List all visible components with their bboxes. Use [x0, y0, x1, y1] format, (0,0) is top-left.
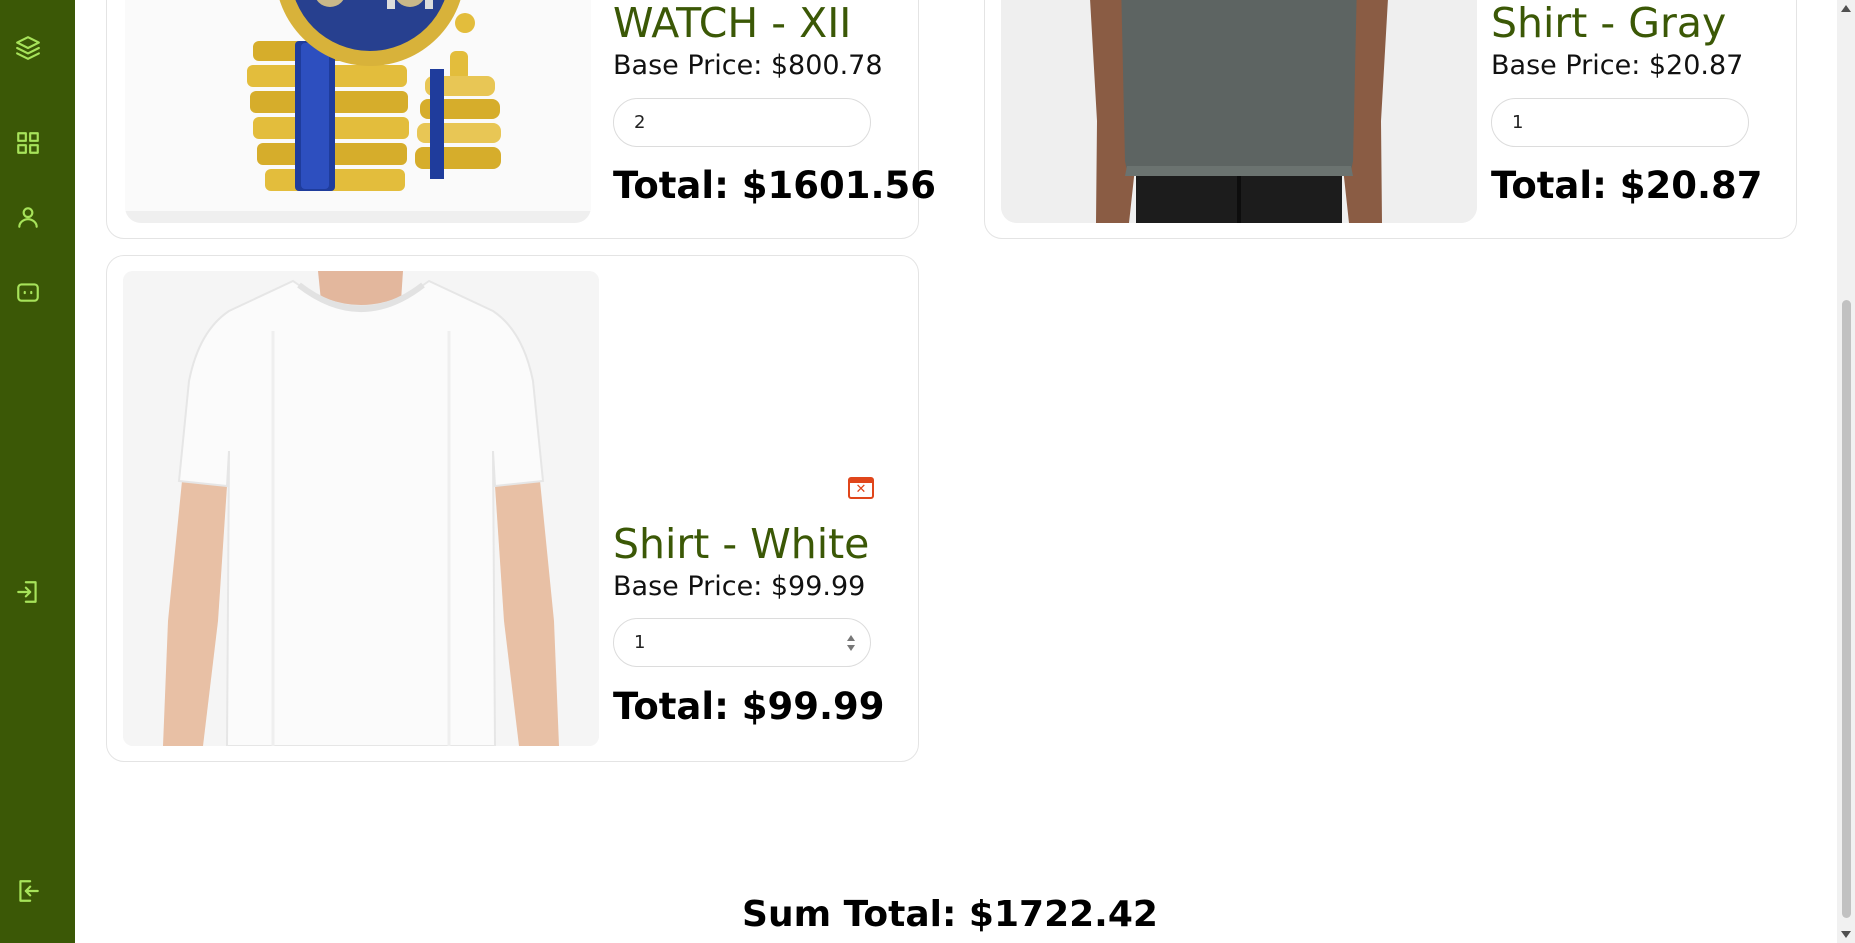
- product-name: WATCH - XII: [613, 0, 852, 47]
- scrollbar[interactable]: [1837, 0, 1855, 943]
- base-price: Base Price: $99.99: [613, 571, 866, 602]
- dashboard-icon[interactable]: [14, 129, 42, 157]
- quantity-input[interactable]: 1: [613, 618, 871, 667]
- scroll-thumb[interactable]: [1842, 300, 1851, 918]
- quantity-input[interactable]: 1: [1491, 98, 1749, 147]
- layers-icon[interactable]: [14, 34, 42, 62]
- cart-main: WATCH - XII Base Price: $800.78 2 Total:…: [75, 0, 1837, 943]
- sum-total: Sum Total: $1722.42: [742, 894, 1158, 935]
- base-price: Base Price: $20.87: [1491, 50, 1744, 81]
- cart-item-card: Shirt - Gray Base Price: $20.87 1 Total:…: [984, 0, 1797, 239]
- close-icon: ✕: [855, 482, 867, 497]
- chat-icon[interactable]: [14, 278, 42, 306]
- remove-item-button[interactable]: ✕: [848, 477, 874, 499]
- item-total: Total: $1601.56: [613, 164, 937, 207]
- product-name: Shirt - White: [613, 520, 870, 568]
- product-name: Shirt - Gray: [1491, 0, 1727, 47]
- white-shirt-image: [123, 271, 599, 746]
- quantity-stepper[interactable]: [846, 631, 856, 655]
- quantity-value: 1: [1512, 112, 1524, 133]
- watch-image: [125, 0, 591, 223]
- cart-item-card: ✕ Shirt - White Base Price: $99.99 1 Tot…: [106, 255, 919, 762]
- user-icon[interactable]: [14, 203, 42, 231]
- base-price: Base Price: $800.78: [613, 50, 883, 81]
- quantity-value: 1: [634, 632, 646, 653]
- item-total: Total: $99.99: [613, 685, 885, 728]
- scroll-down-icon[interactable]: [1841, 931, 1851, 938]
- quantity-value: 2: [634, 112, 646, 133]
- gray-shirt-image: [1001, 0, 1477, 223]
- cart-item-card: WATCH - XII Base Price: $800.78 2 Total:…: [106, 0, 936, 239]
- sidebar: [0, 0, 75, 943]
- item-total: Total: $20.87: [1491, 164, 1763, 207]
- scroll-up-icon[interactable]: [1841, 5, 1851, 12]
- quantity-input[interactable]: 2: [613, 98, 871, 147]
- login-icon[interactable]: [14, 578, 42, 606]
- logout-icon[interactable]: [14, 877, 42, 905]
